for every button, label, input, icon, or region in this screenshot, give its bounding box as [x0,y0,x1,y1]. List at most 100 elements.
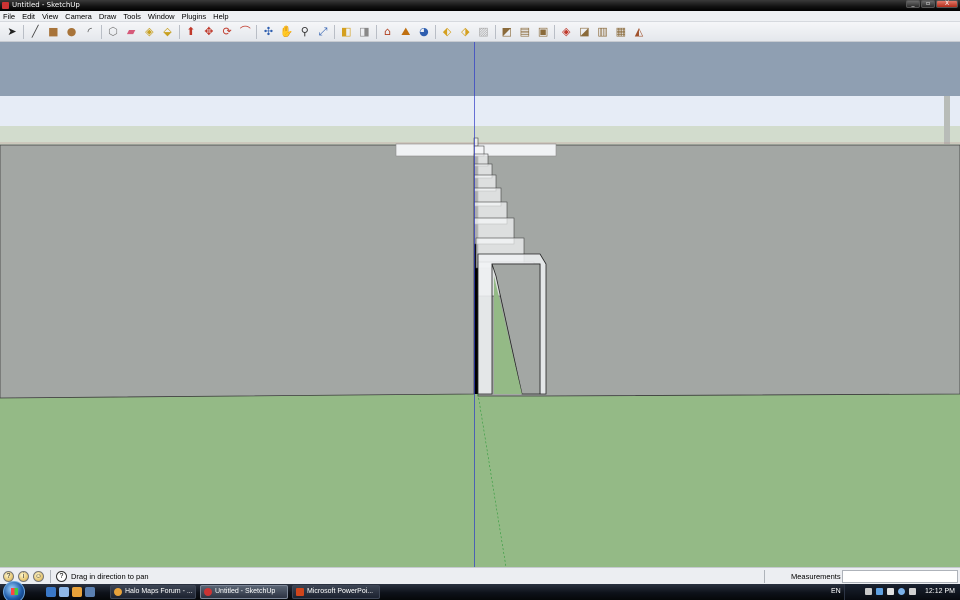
distant-wall-edge [944,96,950,144]
share-model-icon[interactable]: ⬖ [439,25,455,39]
wall-left [0,144,475,399]
sketchup-icon [204,588,212,596]
measurements-label: Measurements [791,572,841,581]
status-divider [50,570,51,583]
top-view-icon[interactable]: ▤ [517,25,533,39]
circle-tool-icon[interactable]: ● [64,25,80,39]
windows-taskbar: Halo Maps Forum - ... Untitled - SketchU… [0,581,960,600]
system-tray: EN 12:12 PM [831,584,960,600]
window-title: Untitled - SketchUp [12,1,80,9]
menu-view[interactable]: View [42,12,58,21]
status-hint: Drag in direction to pan [71,572,149,581]
offset-tool-icon[interactable]: ⌒ [237,25,253,39]
tray-arrow-icon[interactable] [865,588,872,595]
paint-bucket-icon[interactable]: ⬙ [160,25,176,39]
horizon-band [0,96,960,126]
select-tool-icon[interactable]: ➤ [4,25,20,39]
show-desktop-icon[interactable] [46,587,56,597]
windows-logo-icon [11,588,18,595]
window-controls: _ ▫ X [906,0,958,9]
wireframe-style-icon[interactable]: ◪ [576,25,592,39]
shaded-style-icon[interactable]: ▦ [613,25,629,39]
hidden-line-style-icon[interactable]: ▥ [595,25,611,39]
iso-view-icon[interactable]: ◩ [499,25,515,39]
task-label: Untitled - SketchUp [215,588,276,595]
shaded-textures-style-icon[interactable]: ◭ [631,25,647,39]
tray-misc-icon[interactable] [909,588,916,595]
menu-draw[interactable]: Draw [99,12,117,21]
volume-icon[interactable] [887,588,894,595]
toggle-terrain-icon[interactable]: ⛰ [398,25,414,39]
previous-view-icon[interactable]: ◧ [338,25,354,39]
move-tool-icon[interactable]: ✥ [201,25,217,39]
rotate-tool-icon[interactable]: ⟳ [219,25,235,39]
wall-right [477,144,960,397]
tape-measure-icon[interactable]: ◈ [141,25,157,39]
doorway [477,253,547,395]
line-tool-icon[interactable]: ╱ [27,25,43,39]
toolbar-separator [100,24,102,39]
push-pull-icon[interactable]: ⬆ [183,25,199,39]
main-toolbar: ➤ ╱ ■ ● ◜ ⬡ ▰ ◈ ⬙ ⬆ ✥ ⟳ ⌒ ✣ ✋ ⚲ ⤢ ◧ ◨ ⌂ ⛰ ◕ ⬖ ⬗ ▨ ◩ ▤ ▣ ◈ ◪ ▥ ▦ ◭ [0,22,960,42]
eraser-tool-icon[interactable]: ▰ [123,25,139,39]
menu-camera[interactable]: Camera [65,12,92,21]
task-powerpoint[interactable]: Microsoft PowerPoi... [292,585,380,599]
start-button[interactable] [3,581,25,600]
network-icon[interactable] [876,588,883,595]
minimize-button[interactable]: _ [906,0,920,8]
close-button[interactable]: X [936,0,958,8]
menu-bar: File Edit View Camera Draw Tools Window … [0,11,960,22]
clock[interactable]: 12:12 PM [925,588,955,595]
toolbar-separator [435,24,437,39]
menu-help[interactable]: Help [213,12,228,21]
get-photo-texture-icon[interactable]: ▨ [476,25,492,39]
tray-app-icon[interactable] [898,588,905,595]
orbit-tool-icon[interactable]: ✣ [260,25,276,39]
menu-tools[interactable]: Tools [123,12,141,21]
task-sketchup[interactable]: Untitled - SketchUp [200,585,288,599]
firefox-icon [114,588,122,596]
instructor-help-icon[interactable]: ? [56,571,67,582]
add-location-icon[interactable]: ⌂ [380,25,396,39]
powerpoint-icon [296,588,304,596]
switch-windows-icon[interactable] [59,587,69,597]
menu-file[interactable]: File [3,12,15,21]
title-bar: Untitled - SketchUp _ ▫ X [0,0,960,11]
front-view-icon[interactable]: ▣ [535,25,551,39]
task-label: Halo Maps Forum - ... [125,588,193,595]
task-halo-maps-forum[interactable]: Halo Maps Forum - ... [110,585,196,599]
pan-tool-icon[interactable]: ✋ [279,25,295,39]
menu-plugins[interactable]: Plugins [182,12,207,21]
scene-canvas[interactable] [0,42,960,567]
menu-edit[interactable]: Edit [22,12,35,21]
toolbar-separator [494,24,496,39]
toolbar-separator [334,24,336,39]
menu-window[interactable]: Window [148,12,175,21]
firefox-quicklaunch-icon[interactable] [72,587,82,597]
zoom-tool-icon[interactable]: ⚲ [297,25,313,39]
measurements-field[interactable] [842,570,958,583]
drawing-area[interactable] [0,42,960,567]
sketchup-app-icon [2,2,9,9]
maximize-button[interactable]: ▫ [921,0,935,8]
make-component-icon[interactable]: ⬡ [105,25,121,39]
arc-tool-icon[interactable]: ◜ [82,25,98,39]
xray-style-icon[interactable]: ◈ [558,25,574,39]
next-view-icon[interactable]: ◨ [356,25,372,39]
quicklaunch-arrow-icon[interactable] [85,587,95,597]
credits-icon[interactable]: i [18,571,29,582]
get-models-icon[interactable]: ◕ [416,25,432,39]
zoom-extents-icon[interactable]: ⤢ [315,25,331,39]
toolbar-separator [23,24,25,39]
status-bar: ? i ☺ ? Drag in direction to pan Measure… [0,567,960,584]
toolbar-separator [178,24,180,39]
status-divider-2 [764,570,765,583]
language-indicator[interactable]: EN [831,588,841,595]
rectangle-tool-icon[interactable]: ■ [45,25,61,39]
sky [0,42,960,96]
toolbar-separator [554,24,556,39]
ground-plane [0,394,960,567]
toolbar-separator [256,24,258,39]
user-icon[interactable]: ☺ [33,571,44,582]
share-component-icon[interactable]: ⬗ [457,25,473,39]
